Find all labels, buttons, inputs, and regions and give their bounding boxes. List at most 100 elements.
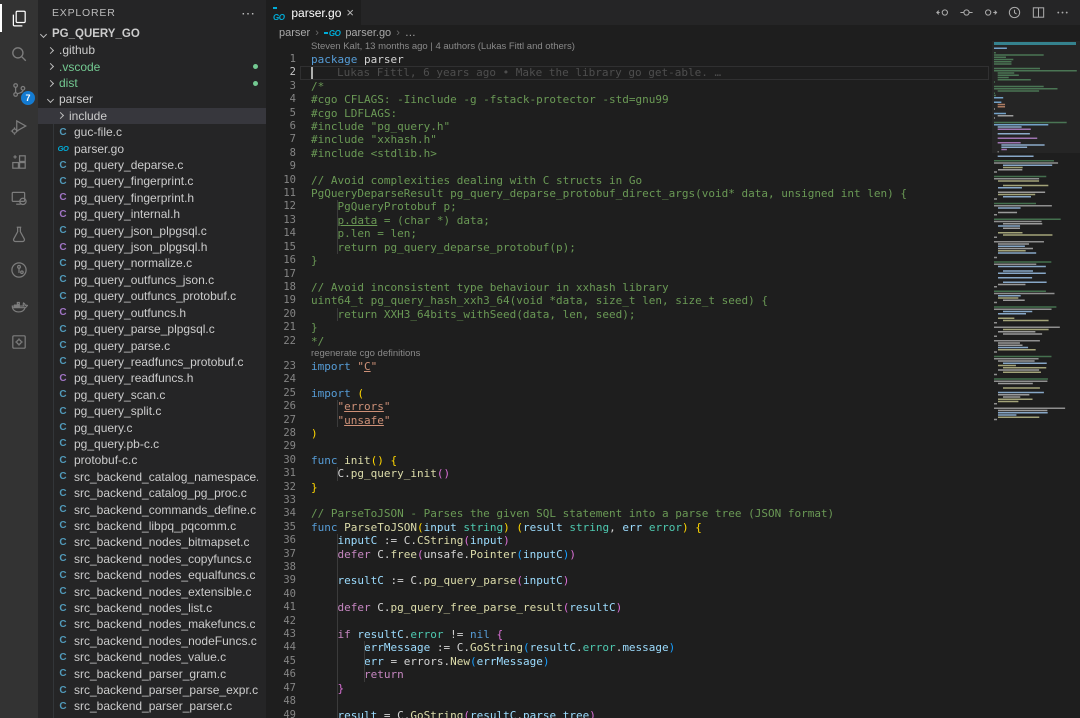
code-line: 45 err = errors.New(errMessage) bbox=[266, 655, 991, 668]
gitlens-icon[interactable] bbox=[0, 252, 38, 288]
split-editor-icon[interactable] bbox=[1031, 5, 1046, 20]
extensions-icon[interactable] bbox=[0, 144, 38, 180]
code-line: 7#include "xxhash.h" bbox=[266, 133, 991, 146]
tree-file-pg_query_parse.c[interactable]: Cpg_query_parse.c bbox=[38, 337, 266, 353]
tree-file-pg_query_json_plpgsql.h[interactable]: Cpg_query_json_plpgsql.h bbox=[38, 239, 266, 255]
explorer-header: EXPLORER ⋯ bbox=[38, 0, 266, 26]
tree-file-pg_query_readfuncs_protobuf.c[interactable]: Cpg_query_readfuncs_protobuf.c bbox=[38, 354, 266, 370]
run-and-debug-icon[interactable] bbox=[0, 108, 38, 144]
tree-file-pg_query_readfuncs.h[interactable]: Cpg_query_readfuncs.h bbox=[38, 370, 266, 386]
tree-file-src_backend_catalog_pg_proc.c[interactable]: Csrc_backend_catalog_pg_proc.c bbox=[38, 485, 266, 501]
tree-file-pg_query.c[interactable]: Cpg_query.c bbox=[38, 419, 266, 435]
tree-file-src_backend_libpq_pqcomm.c[interactable]: Csrc_backend_libpq_pqcomm.c bbox=[38, 518, 266, 534]
explorer-root-folder[interactable]: PG_QUERY_GO bbox=[38, 26, 266, 42]
line-number: 36 bbox=[266, 534, 296, 547]
minimap[interactable] bbox=[992, 41, 1080, 718]
next-change-icon[interactable] bbox=[983, 5, 998, 20]
tree-file-parser.go[interactable]: GOparser.go bbox=[38, 140, 266, 156]
tree-item-label: src_backend_nodes_equalfuncs.c bbox=[74, 568, 255, 582]
docker-icon[interactable] bbox=[0, 288, 38, 324]
tree-file-pg_query_parse_plpgsql.c[interactable]: Cpg_query_parse_plpgsql.c bbox=[38, 321, 266, 337]
tree-item-label: .github bbox=[59, 43, 95, 57]
tree-file-pg_query_outfuncs_json.c[interactable]: Cpg_query_outfuncs_json.c bbox=[38, 272, 266, 288]
testing-icon[interactable] bbox=[0, 216, 38, 252]
code-line: 11PgQueryDeparseResult pg_query_deparse_… bbox=[266, 187, 991, 200]
line-number: 37 bbox=[266, 548, 296, 561]
tree-file-guc-file.c[interactable]: Cguc-file.c bbox=[38, 124, 266, 140]
tree-file-src_backend_nodes_copyfuncs.c[interactable]: Csrc_backend_nodes_copyfuncs.c bbox=[38, 551, 266, 567]
tree-folder-include[interactable]: include bbox=[38, 108, 266, 124]
tree-item-label: pg_query_split.c bbox=[74, 404, 161, 418]
gitlens-blame-annotation[interactable]: Steven Kalt, 13 months ago | 4 authors (… bbox=[266, 41, 991, 53]
tree-file-src_backend_nodes_equalfuncs.c[interactable]: Csrc_backend_nodes_equalfuncs.c bbox=[38, 567, 266, 583]
line-content: if resultC.error != nil { bbox=[311, 628, 503, 641]
code-line: 16} bbox=[266, 254, 991, 267]
tree-file-pg_query_outfuncs.h[interactable]: Cpg_query_outfuncs.h bbox=[38, 305, 266, 321]
line-content: // Avoid complexities dealing with C str… bbox=[311, 174, 642, 187]
tree-file-pg_query_split.c[interactable]: Cpg_query_split.c bbox=[38, 403, 266, 419]
breadcrumb-file[interactable]: parser.go bbox=[345, 27, 391, 39]
tree-file-pg_query_fingerprint.h[interactable]: Cpg_query_fingerprint.h bbox=[38, 190, 266, 206]
code-editor[interactable]: Steven Kalt, 13 months ago | 4 authors (… bbox=[266, 41, 991, 718]
indent-guide bbox=[337, 200, 338, 213]
tree-item-label: parser.go bbox=[74, 142, 124, 156]
tree-file-pg_query.pb-c.c[interactable]: Cpg_query.pb-c.c bbox=[38, 436, 266, 452]
tree-file-src_backend_parser_gram.c[interactable]: Csrc_backend_parser_gram.c bbox=[38, 665, 266, 681]
code-line: 49 result = C.GoString(resultC.parse_tre… bbox=[266, 709, 991, 718]
tree-file-pg_query_outfuncs_protobuf.c[interactable]: Cpg_query_outfuncs_protobuf.c bbox=[38, 288, 266, 304]
explorer-icon[interactable] bbox=[0, 0, 38, 36]
tree-file-src_backend_parser_parser.c[interactable]: Csrc_backend_parser_parser.c bbox=[38, 698, 266, 714]
line-content: p.data = (char *) data; bbox=[311, 214, 490, 227]
tree-file-src_backend_nodes_nodeFuncs.c[interactable]: Csrc_backend_nodes_nodeFuncs.c bbox=[38, 633, 266, 649]
tree-folder-.vscode[interactable]: .vscode bbox=[38, 58, 266, 74]
tree-file-pg_query_normalize.c[interactable]: Cpg_query_normalize.c bbox=[38, 255, 266, 271]
chevron-right-icon bbox=[47, 79, 54, 86]
source-control-icon[interactable]: 7 bbox=[0, 72, 38, 108]
previous-change-icon[interactable] bbox=[935, 5, 950, 20]
code-line: 48 bbox=[266, 695, 991, 708]
tree-file-src_backend_nodes_list.c[interactable]: Csrc_backend_nodes_list.c bbox=[38, 600, 266, 616]
tree-item-label: pg_query_json_plpgsql.c bbox=[74, 224, 207, 238]
tree-file-src_backend_nodes_bitmapset.c[interactable]: Csrc_backend_nodes_bitmapset.c bbox=[38, 534, 266, 550]
file-tree: .github.vscodedistparserincludeCguc-file… bbox=[38, 42, 266, 715]
codelens-action[interactable]: regenerate cgo definitions bbox=[266, 348, 991, 360]
git-status-dot bbox=[253, 81, 258, 86]
tree-folder-.github[interactable]: .github bbox=[38, 42, 266, 58]
code-line: 19uint64_t pg_query_hash_xxh3_64(void *d… bbox=[266, 294, 991, 307]
tree-folder-dist[interactable]: dist bbox=[38, 75, 266, 91]
settings-editor-icon[interactable] bbox=[0, 324, 38, 360]
explorer-more-actions[interactable]: ⋯ bbox=[241, 5, 256, 22]
indent-guide bbox=[337, 414, 338, 427]
line-content: "unsafe" bbox=[311, 414, 391, 427]
breadcrumb-symbol[interactable]: … bbox=[405, 27, 416, 39]
line-content: } bbox=[311, 682, 344, 695]
tab-close-icon[interactable]: × bbox=[346, 5, 354, 20]
line-number: 25 bbox=[266, 387, 296, 400]
tree-file-src_backend_parser_parse_expr.c[interactable]: Csrc_backend_parser_parse_expr.c bbox=[38, 682, 266, 698]
tree-file-pg_query_scan.c[interactable]: Cpg_query_scan.c bbox=[38, 387, 266, 403]
more-actions-icon[interactable] bbox=[1055, 5, 1070, 20]
tree-file-src_backend_nodes_extensible.c[interactable]: Csrc_backend_nodes_extensible.c bbox=[38, 583, 266, 599]
tree-file-src_backend_commands_define.c[interactable]: Csrc_backend_commands_define.c bbox=[38, 501, 266, 517]
line-number: 10 bbox=[266, 174, 296, 187]
tree-file-src_backend_nodes_makefuncs.c[interactable]: Csrc_backend_nodes_makefuncs.c bbox=[38, 616, 266, 632]
tree-file-src_backend_catalog_namespace.c[interactable]: Csrc_backend_catalog_namespace.c bbox=[38, 469, 266, 485]
tree-file-pg_query_fingerprint.c[interactable]: Cpg_query_fingerprint.c bbox=[38, 173, 266, 189]
tree-file-pg_query_internal.h[interactable]: Cpg_query_internal.h bbox=[38, 206, 266, 222]
remote-explorer-icon[interactable] bbox=[0, 180, 38, 216]
tree-file-pg_query_json_plpgsql.c[interactable]: Cpg_query_json_plpgsql.c bbox=[38, 222, 266, 238]
tab-parser-go[interactable]: GO parser.go × bbox=[266, 0, 362, 25]
file-history-icon[interactable] bbox=[1007, 5, 1022, 20]
code-line: 42 bbox=[266, 615, 991, 628]
tree-file-pg_query_deparse.c[interactable]: Cpg_query_deparse.c bbox=[38, 157, 266, 173]
code-line: 30func init() { bbox=[266, 454, 991, 467]
line-number: 27 bbox=[266, 414, 296, 427]
search-icon[interactable] bbox=[0, 36, 38, 72]
breadcrumb-folder[interactable]: parser bbox=[279, 27, 310, 39]
tree-item-label: pg_query_fingerprint.h bbox=[74, 191, 194, 205]
tree-file-protobuf-c.c[interactable]: Cprotobuf-c.c bbox=[38, 452, 266, 468]
tree-file-src_backend_nodes_value.c[interactable]: Csrc_backend_nodes_value.c bbox=[38, 649, 266, 665]
tree-folder-parser[interactable]: parser bbox=[38, 91, 266, 107]
line-number: 40 bbox=[266, 588, 296, 601]
open-changes-icon[interactable] bbox=[959, 5, 974, 20]
